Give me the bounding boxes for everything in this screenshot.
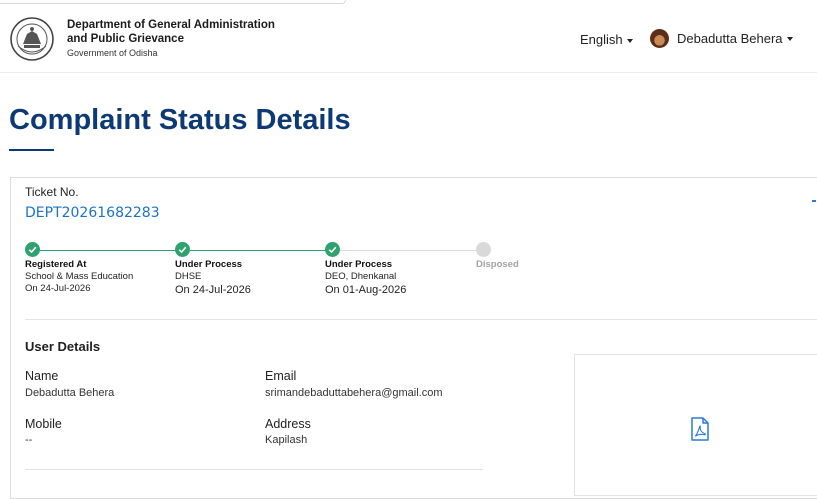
step-date: On 24-Jul-2026 [175, 284, 251, 296]
name-label: Name [25, 369, 59, 383]
brand-block[interactable]: Department of General Administration and… [67, 18, 275, 60]
details-divider [25, 469, 483, 470]
caret-down-icon [626, 38, 633, 43]
address-value: Kapilash [265, 434, 308, 446]
step-4-pending-dot [476, 242, 491, 257]
caret-down-icon [786, 36, 793, 41]
step-department: School & Mass Education [25, 271, 134, 282]
address-label: Address [265, 417, 311, 431]
email-value: srimandebaduttabehera@gmail.com [265, 387, 443, 399]
step-department: DHSE [175, 271, 202, 282]
mobile-label: Mobile [25, 417, 62, 431]
step-status: Under Process [175, 259, 243, 270]
avatar [650, 29, 669, 48]
mobile-value: -- [25, 434, 33, 446]
language-dropdown[interactable]: English [580, 32, 633, 47]
scroll-edge-indicator [812, 200, 816, 202]
title-underline [9, 149, 54, 151]
user-menu-dropdown[interactable]: Debadutta Behera [650, 29, 793, 48]
org-name-line2: and Public Grievance [67, 33, 184, 45]
step-date: On 01-Aug-2026 [325, 284, 407, 296]
step-2-check-icon [175, 242, 190, 257]
name-value: Debadutta Behera [25, 387, 115, 399]
ticket-label: Ticket No. [25, 185, 79, 199]
tracker-step-1: Registered At School & Mass Education On… [25, 259, 133, 295]
tracker-line-1 [40, 250, 176, 251]
step-status: Registered At [25, 259, 87, 270]
org-subtitle: Government of Odisha [67, 48, 158, 58]
step-status: Under Process [325, 259, 393, 270]
page-title: Complaint Status Details [9, 104, 351, 136]
section-divider [25, 319, 817, 320]
tracker-line-3 [340, 250, 476, 251]
email-label: Email [265, 369, 297, 383]
site-header: Department of General Administration and… [0, 6, 817, 73]
tracker-step-2: Under Process DHSE On 24-Jul-2026 [175, 259, 251, 297]
step-date: On 24-Jul-2026 [25, 283, 91, 294]
org-name-line1: Department of General Administration [67, 19, 275, 31]
tracker-line-2 [190, 250, 326, 251]
step-1-check-icon [25, 242, 40, 257]
user-name: Debadutta Behera [677, 31, 783, 46]
step-3-check-icon [325, 242, 340, 257]
ticket-number-link[interactable]: DEPT20261682283 [25, 205, 160, 221]
pdf-file-icon[interactable] [689, 417, 711, 441]
step-status: Disposed [476, 259, 519, 270]
odisha-emblem-logo [9, 16, 55, 62]
step-department: DEO, Dhenkanal [325, 271, 397, 282]
tracker-step-3: Under Process DEO, Dhenkanal On 01-Aug-2… [325, 259, 406, 297]
tracker-step-4: Disposed [476, 259, 519, 271]
language-label: English [580, 32, 623, 47]
user-details-title: User Details [25, 339, 101, 354]
